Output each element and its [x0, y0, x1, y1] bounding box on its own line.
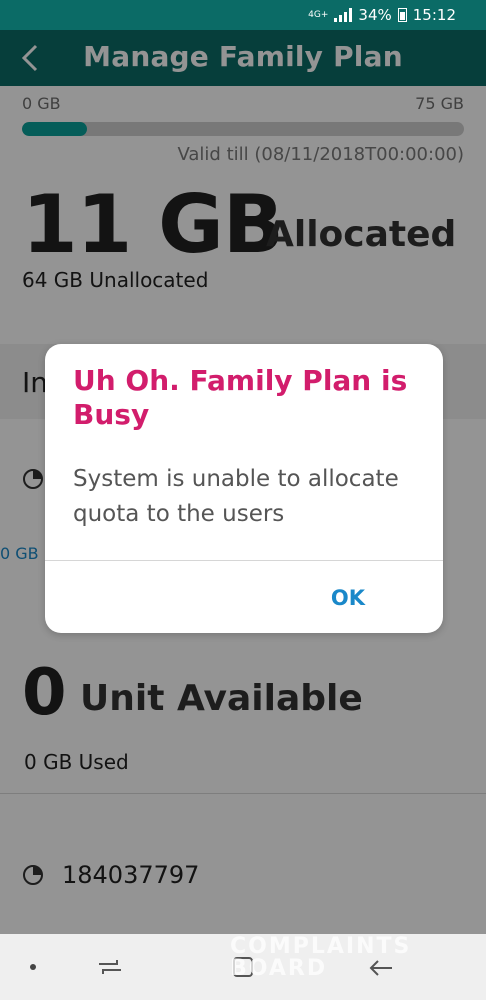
clock: 15:12 [412, 6, 456, 24]
network-type: 4G+ [308, 10, 329, 20]
nav-dot-icon[interactable] [30, 964, 36, 970]
status-bar: 4G+ 34% 15:12 [0, 0, 486, 30]
dialog-divider [45, 560, 443, 561]
recent-apps-icon[interactable] [95, 952, 125, 982]
watermark-logo: COMPLAINTS BOARD [230, 934, 412, 981]
error-dialog: Uh Oh. Family Plan is Busy System is una… [45, 344, 443, 633]
battery-percent: 34% [358, 6, 392, 24]
dialog-message: System is unable to allocate quota to th… [73, 466, 399, 527]
status-icons: 4G+ 34% 15:12 [308, 6, 456, 24]
signal-icon [334, 8, 353, 22]
dialog-title: Uh Oh. Family Plan is Busy [73, 364, 408, 431]
ok-button[interactable]: OK [323, 582, 373, 614]
battery-icon [397, 8, 407, 22]
